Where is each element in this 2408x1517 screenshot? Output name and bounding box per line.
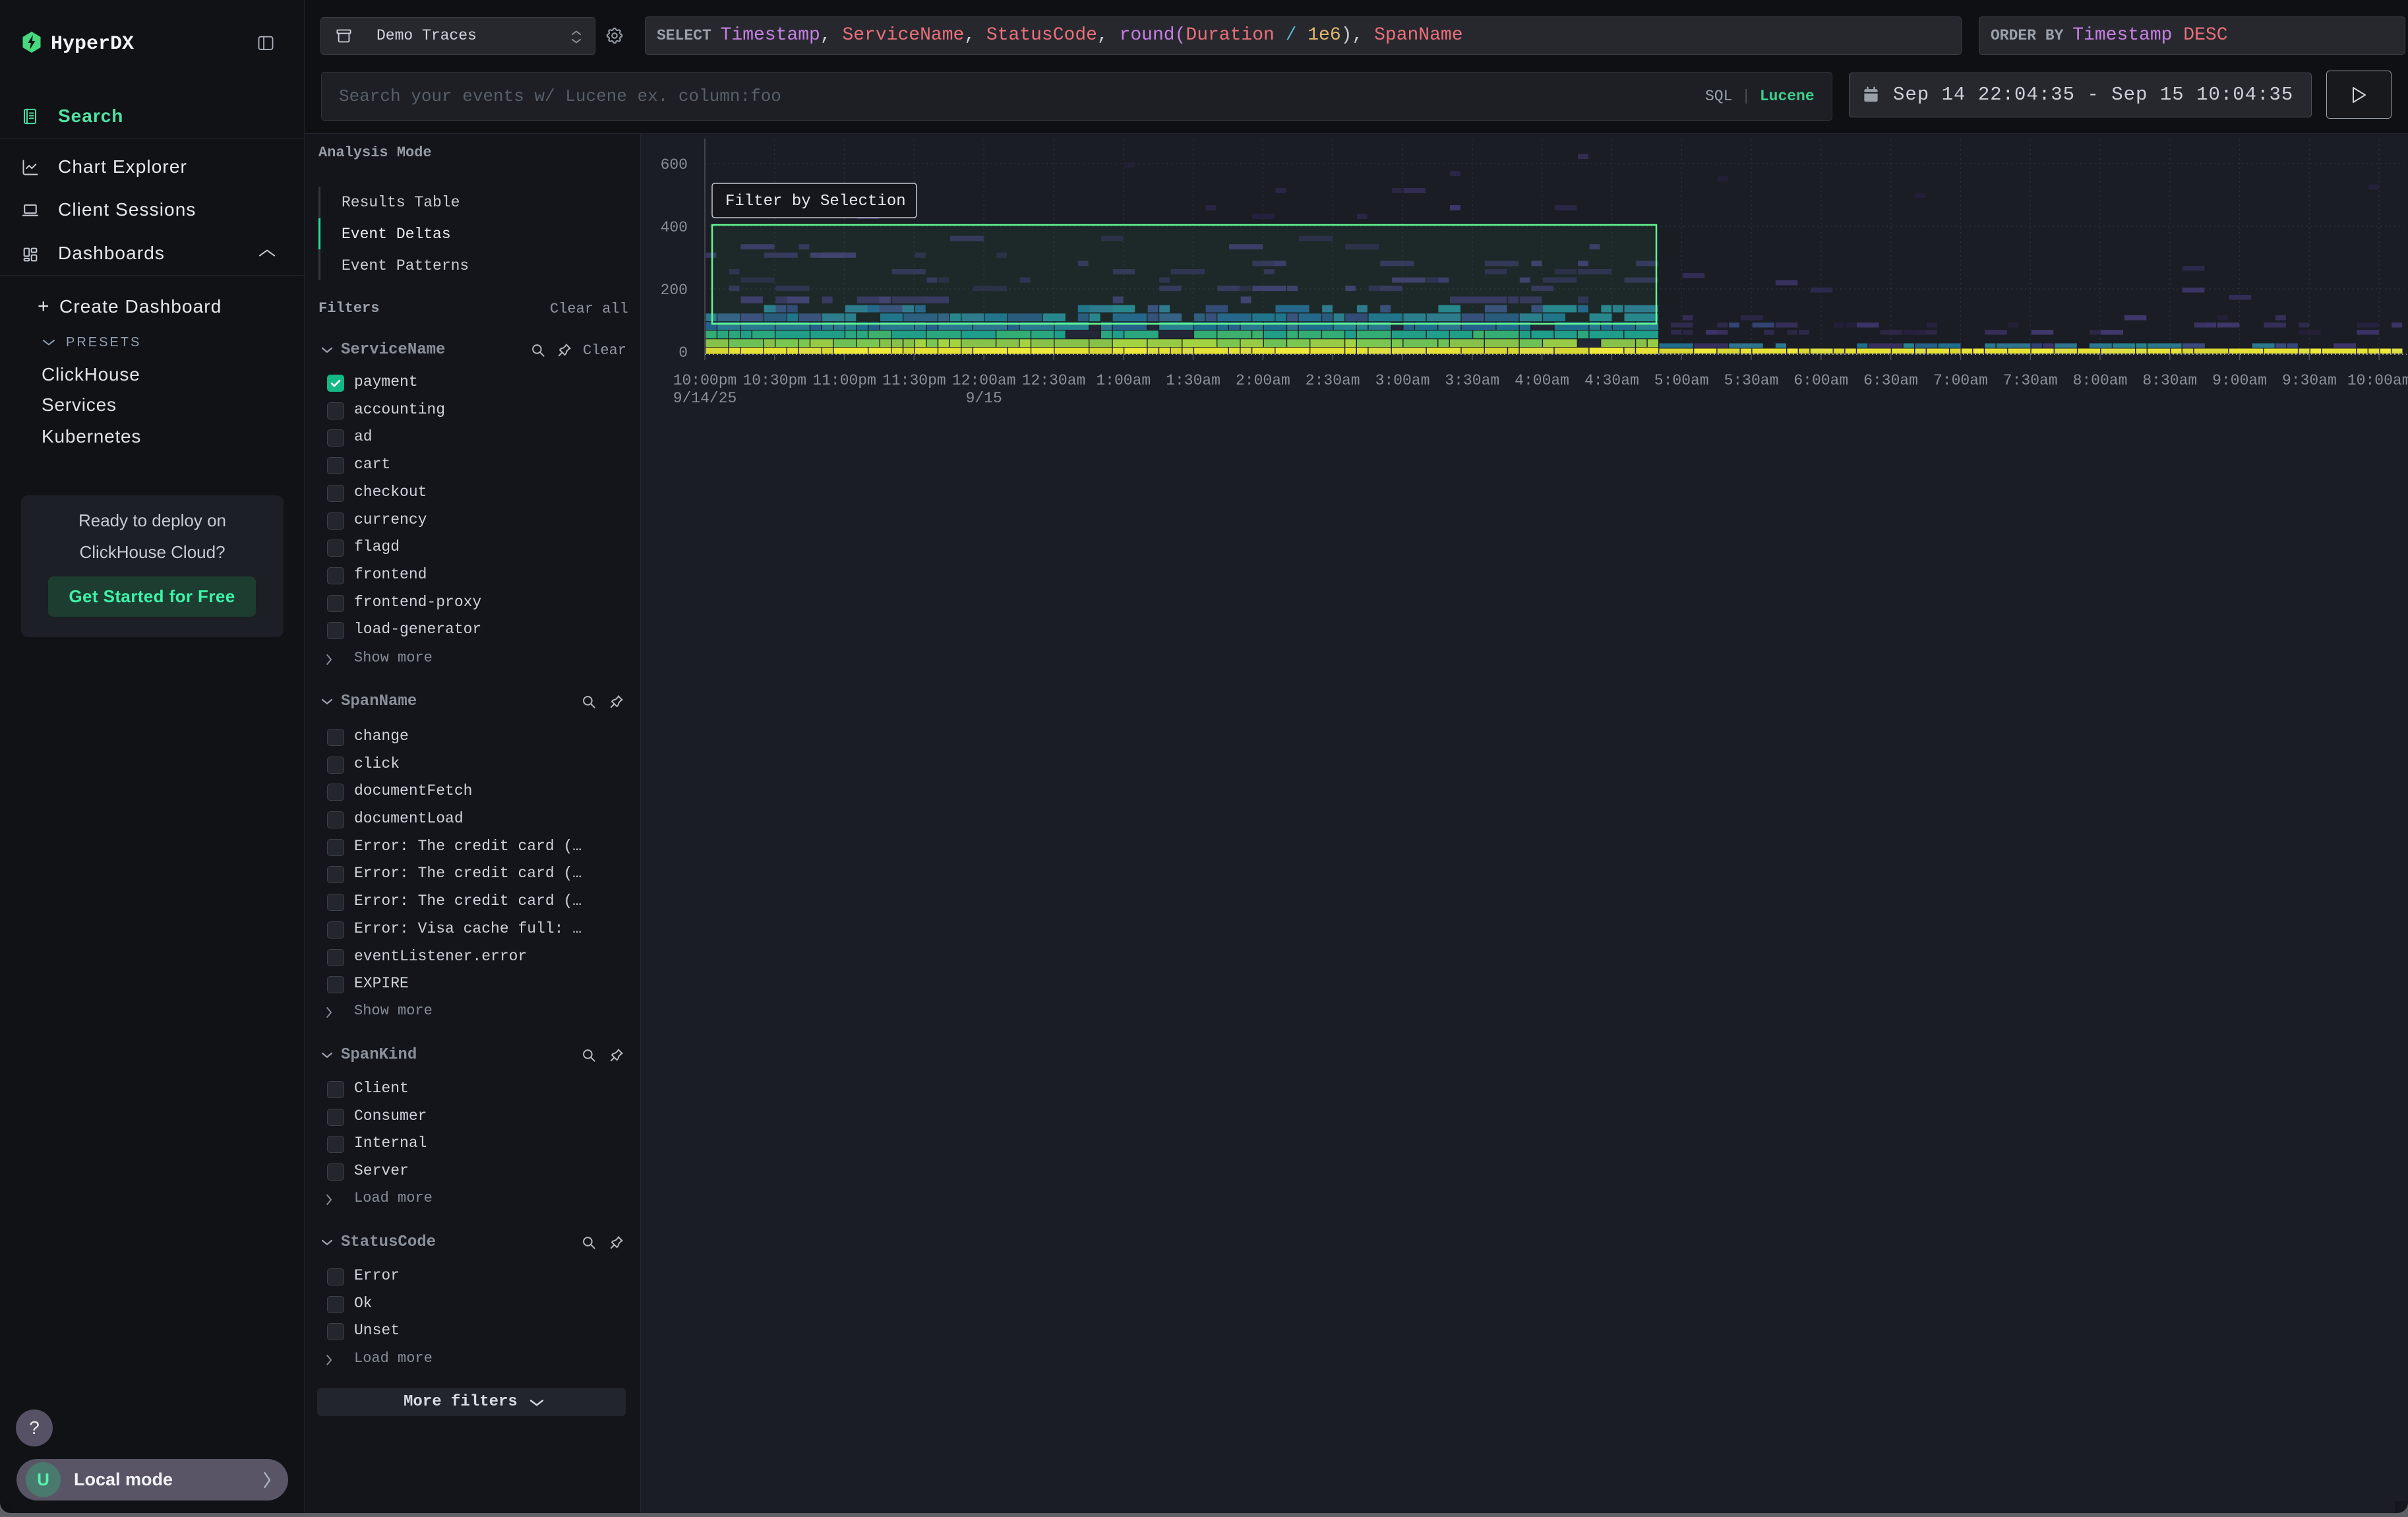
svg-text:3:30am: 3:30am: [1445, 372, 1499, 389]
svg-text:12:30am: 12:30am: [1022, 372, 1086, 389]
svg-text:7:00am: 7:00am: [1933, 372, 1988, 389]
svg-text:1:00am: 1:00am: [1096, 372, 1151, 389]
svg-text:600: 600: [661, 156, 688, 173]
svg-text:4:30am: 4:30am: [1584, 372, 1639, 389]
svg-text:6:30am: 6:30am: [1863, 372, 1918, 389]
svg-text:5:00am: 5:00am: [1654, 372, 1709, 389]
svg-text:9:00am: 9:00am: [2212, 372, 2267, 389]
svg-text:2:00am: 2:00am: [1236, 372, 1290, 389]
svg-text:8:30am: 8:30am: [2142, 372, 2197, 389]
svg-text:1:30am: 1:30am: [1166, 372, 1220, 389]
svg-text:400: 400: [661, 219, 688, 236]
svg-text:5:30am: 5:30am: [1724, 372, 1779, 389]
svg-text:6:00am: 6:00am: [1793, 372, 1848, 389]
svg-text:0: 0: [678, 344, 688, 361]
svg-text:9:30am: 9:30am: [2282, 372, 2337, 389]
svg-text:2:30am: 2:30am: [1306, 372, 1360, 389]
svg-text:3:00am: 3:00am: [1375, 372, 1430, 389]
svg-text:Filter by Selection: Filter by Selection: [725, 193, 906, 210]
svg-text:200: 200: [661, 282, 688, 299]
svg-text:11:00pm: 11:00pm: [812, 372, 876, 389]
svg-text:10:00am: 10:00am: [2347, 372, 2408, 389]
svg-text:10:00pm: 10:00pm: [673, 372, 737, 389]
svg-text:9/14/25: 9/14/25: [673, 390, 737, 407]
svg-text:11:30pm: 11:30pm: [882, 372, 946, 389]
svg-text:7:30am: 7:30am: [2003, 372, 2058, 389]
svg-text:12:00am: 12:00am: [952, 372, 1016, 389]
svg-text:10:30pm: 10:30pm: [742, 372, 806, 389]
svg-text:9/15: 9/15: [966, 390, 1002, 407]
svg-text:4:00am: 4:00am: [1515, 372, 1569, 389]
svg-text:8:00am: 8:00am: [2073, 372, 2128, 389]
